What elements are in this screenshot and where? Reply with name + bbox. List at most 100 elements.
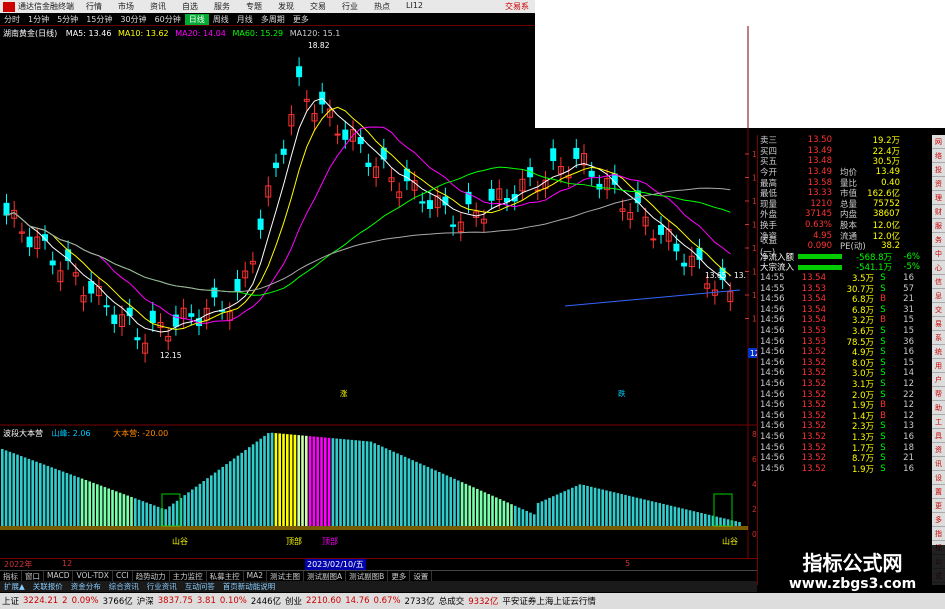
indi-bar: [479, 490, 483, 526]
top-label: 顶部: [286, 536, 302, 546]
sidebar-button[interactable]: 户: [932, 373, 945, 387]
sidebar-button[interactable]: 资: [932, 443, 945, 457]
indicator-tab[interactable]: MACD: [44, 571, 74, 581]
menu-item[interactable]: 服务: [206, 1, 238, 12]
menu-item[interactable]: 专题: [238, 1, 270, 12]
sidebar-button[interactable]: 工: [932, 415, 945, 429]
sidebar-button[interactable]: 中: [932, 247, 945, 261]
sidebar-button[interactable]: 投: [932, 163, 945, 177]
candle-body: [111, 314, 118, 324]
sidebar-button[interactable]: 网: [932, 135, 945, 149]
indi-bar: [65, 472, 69, 526]
sidebar-button[interactable]: 讯: [932, 457, 945, 471]
period-tab[interactable]: 分时: [0, 14, 24, 25]
sidebar-button[interactable]: 助: [932, 401, 945, 415]
indi-bar: [441, 473, 445, 526]
trade-p: 13.52: [801, 378, 826, 389]
menu-item[interactable]: 行情: [78, 1, 110, 12]
sidebar-button[interactable]: 帮: [932, 387, 945, 401]
menu-item[interactable]: 热点: [366, 1, 398, 12]
status-a: 2733亿: [404, 597, 435, 607]
indicator-tab[interactable]: MA2: [244, 571, 268, 581]
period-tab[interactable]: 多周期: [257, 14, 289, 25]
main-menu: 行情 市场 资讯 自选 服务 专题 发现 交易 行业 热点 LI12: [78, 1, 431, 12]
sidebar-button[interactable]: 信: [932, 275, 945, 289]
sidebar-button[interactable]: 服: [932, 219, 945, 233]
ma120-label: MA120: 15.1: [289, 29, 341, 38]
extension-tab[interactable]: 扩展▲: [0, 581, 29, 592]
sidebar-button[interactable]: 多: [932, 513, 945, 527]
indicator-tab[interactable]: 设置: [410, 571, 433, 581]
extension-tab[interactable]: 行业资讯: [143, 581, 181, 592]
sidebar-button[interactable]: 指: [932, 527, 945, 541]
indi-bar: [483, 492, 487, 526]
menu-item[interactable]: 市场: [110, 1, 142, 12]
indi-bar: [278, 433, 281, 526]
menu-item[interactable]: 发现: [270, 1, 302, 12]
menu-item[interactable]: 资讯: [142, 1, 174, 12]
period-tab[interactable]: 15分钟: [82, 14, 116, 25]
status-c: 14.76: [345, 596, 370, 606]
ma-line: [6, 97, 731, 333]
period-tab[interactable]: 1分钟: [24, 14, 53, 25]
trade-n: 12: [903, 400, 914, 411]
brand-label[interactable]: 交易系: [505, 1, 535, 12]
sidebar-button[interactable]: 财: [932, 205, 945, 219]
indicator-tab[interactable]: 测试副图B: [346, 571, 389, 581]
quote-v2: 38.2: [881, 241, 900, 252]
extension-tab[interactable]: 综合资讯: [105, 581, 143, 592]
candle-body: [673, 243, 680, 252]
period-tab[interactable]: 60分钟: [151, 14, 185, 25]
sidebar-button[interactable]: 易: [932, 317, 945, 331]
sidebar-button[interactable]: 设: [932, 471, 945, 485]
indicator-tab[interactable]: 主力监控: [170, 571, 207, 581]
period-tab[interactable]: 日线: [184, 13, 209, 25]
menu-item[interactable]: 行业: [334, 1, 366, 12]
menu-item[interactable]: 自选: [174, 1, 206, 12]
period-tab[interactable]: 更多: [289, 14, 313, 25]
indicator-tab[interactable]: 指标: [0, 571, 22, 581]
status-v: 9332亿: [468, 597, 499, 607]
indicator-tab[interactable]: 更多: [388, 571, 411, 581]
indicator-tab[interactable]: VOL-TDX: [73, 571, 113, 581]
indi-bar: [126, 495, 129, 526]
indicator-tab[interactable]: 窗口: [22, 571, 44, 581]
extension-tab[interactable]: 互动问答: [181, 581, 219, 592]
sidebar-button[interactable]: 更: [932, 499, 945, 513]
period-tab[interactable]: 月线: [233, 14, 257, 25]
extension-tab[interactable]: 资金分布: [67, 581, 105, 592]
main-candle-chart[interactable]: 16.5016.0015.5015.0014.5014.0013.5013.00…: [0, 26, 757, 426]
sidebar-button[interactable]: 统: [932, 345, 945, 359]
indi-bar: [597, 488, 601, 526]
sidebar-button[interactable]: 务: [932, 233, 945, 247]
sidebar-button[interactable]: 息: [932, 289, 945, 303]
sidebar-button[interactable]: 交: [932, 303, 945, 317]
candle-body: [488, 188, 495, 201]
indicator-tab[interactable]: 测试副图A: [304, 571, 347, 581]
sidebar-button[interactable]: 置: [932, 485, 945, 499]
period-tab[interactable]: 5分钟: [53, 14, 82, 25]
indicator-chart[interactable]: 80.0060.0040.0020.000.00山谷顶部顶部山谷: [0, 426, 757, 558]
extension-tab[interactable]: 首页新动能说明: [219, 581, 280, 592]
indicator-tab[interactable]: 测试主图: [267, 571, 305, 581]
flow-bar: [798, 264, 842, 270]
sidebar-button[interactable]: 络: [932, 149, 945, 163]
menu-item[interactable]: LI12: [398, 1, 431, 12]
period-tab[interactable]: 30分钟: [116, 14, 150, 25]
sidebar-button[interactable]: 理: [932, 191, 945, 205]
indi-bar: [411, 460, 414, 526]
indicator-tab[interactable]: 趋势动力: [133, 571, 170, 581]
right-sidebar[interactable]: 网络投资理财服务中心信息交易系统用户帮助工具资讯设置更多指标公式: [932, 135, 945, 585]
indi-bar: [229, 461, 232, 526]
low-price-label: 12.15: [160, 351, 182, 360]
period-tab[interactable]: 周线: [209, 14, 233, 25]
extension-tab[interactable]: 关联报价: [29, 581, 67, 592]
sidebar-button[interactable]: 用: [932, 359, 945, 373]
sidebar-button[interactable]: 系: [932, 331, 945, 345]
sidebar-button[interactable]: 心: [932, 261, 945, 275]
indicator-tab[interactable]: 私募主控: [207, 571, 244, 581]
menu-item[interactable]: 交易: [302, 1, 334, 12]
sidebar-button[interactable]: 资: [932, 177, 945, 191]
indicator-tab[interactable]: CCI: [113, 571, 133, 581]
sidebar-button[interactable]: 具: [932, 429, 945, 443]
